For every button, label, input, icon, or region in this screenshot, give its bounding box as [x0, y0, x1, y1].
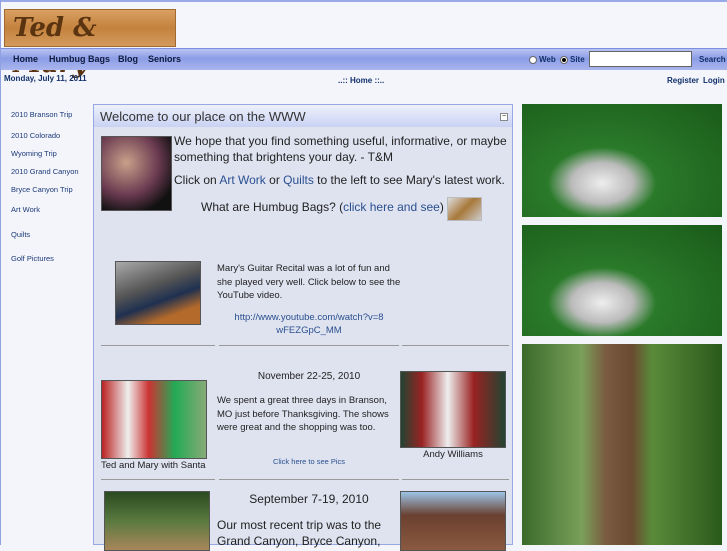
- canyon-text: Our most recent trip was to the Grand Ca…: [217, 518, 382, 548]
- andy-caption: Andy Williams: [423, 449, 483, 460]
- humbug-link[interactable]: click here and see: [343, 200, 440, 214]
- radio-web[interactable]: [529, 56, 537, 64]
- sidebar-item-golf[interactable]: Golf Pictures: [11, 250, 91, 268]
- tree-photo: [522, 344, 722, 545]
- golf-photo-1: [522, 104, 722, 217]
- sidebar-item-quilts[interactable]: Quilts: [11, 226, 91, 244]
- nav-seniors[interactable]: Seniors: [148, 54, 181, 64]
- divider: [402, 345, 509, 346]
- humbug-text: What are Humbug Bags? (click here and se…: [201, 200, 444, 214]
- login-link[interactable]: Login: [703, 76, 725, 85]
- andy-williams-photo: [400, 371, 506, 448]
- humbug-bag-thumb[interactable]: [447, 197, 482, 221]
- humbug-pre: What are Humbug Bags? (: [201, 200, 344, 214]
- breadcrumb: ..:: Home ::..: [338, 76, 385, 85]
- current-date: Monday, July 11, 2011: [4, 74, 87, 83]
- nav-home[interactable]: Home: [13, 54, 38, 64]
- bryce-canyon-photo: [400, 491, 506, 551]
- header: Ted & Mary: [1, 0, 727, 79]
- ted-mary-photo: [101, 136, 172, 211]
- sidebar-item-art-work[interactable]: Art Work: [11, 201, 91, 219]
- sidebar-item-grand-canyon[interactable]: 2010 Grand Canyon Bryce Canyon Trip: [11, 163, 91, 199]
- sidebar-item-branson[interactable]: 2010 Branson Trip: [11, 106, 91, 124]
- guitar-recital-photo: [115, 261, 201, 325]
- quilts-link[interactable]: Quilts: [283, 173, 314, 187]
- nav-blog[interactable]: Blog: [118, 54, 138, 64]
- sidebar-item-colorado[interactable]: 2010 Colorado Wyoming Trip: [11, 127, 76, 163]
- divider: [219, 479, 399, 480]
- santa-caption: Ted and Mary with Santa: [101, 460, 206, 471]
- register-link[interactable]: Register: [667, 76, 699, 85]
- branson-text: We spent a great three days in Branson, …: [217, 395, 389, 433]
- search-button[interactable]: Search: [699, 55, 726, 64]
- branson-date: November 22-25, 2010: [257, 371, 361, 382]
- welcome-panel: Welcome to our place on the WWW − We hop…: [93, 104, 514, 551]
- artwork-link[interactable]: Art Work: [219, 173, 265, 187]
- radio-web-label: Web: [539, 55, 556, 64]
- divider: [219, 345, 399, 346]
- divider: [101, 345, 215, 346]
- nav-humbug-bags[interactable]: Humbug Bags: [49, 54, 110, 64]
- canyon-date: September 7-19, 2010: [249, 492, 369, 506]
- recital-text: Mary's Guitar Recital was a lot of fun a…: [217, 263, 401, 301]
- site-logo[interactable]: Ted & Mary: [4, 9, 176, 79]
- divider: [101, 479, 215, 480]
- radio-site-label: Site: [570, 55, 585, 64]
- humbug-post: ): [439, 200, 444, 214]
- divider: [402, 479, 509, 480]
- santa-photo: [101, 380, 207, 459]
- collapse-icon[interactable]: −: [500, 113, 508, 121]
- click-post: to the left to see Mary's latest work.: [313, 173, 505, 187]
- youtube-link[interactable]: http://www.youtube.com/watch?v=8wFEZGpC_…: [234, 311, 384, 337]
- or-text: or: [265, 173, 284, 187]
- click-pre: Click on: [174, 173, 220, 187]
- click-text: Click on Art Work or Quilts to the left …: [174, 173, 514, 187]
- grand-canyon-photo: [104, 491, 210, 551]
- panel-title: Welcome to our place on the WWW: [94, 105, 512, 127]
- intro-text: We hope that you find something useful, …: [174, 134, 507, 164]
- radio-site[interactable]: [560, 56, 568, 64]
- golf-photo-2: [522, 225, 722, 336]
- search-input[interactable]: [589, 51, 692, 67]
- branson-pics-link[interactable]: Click here to see Pics: [219, 457, 399, 466]
